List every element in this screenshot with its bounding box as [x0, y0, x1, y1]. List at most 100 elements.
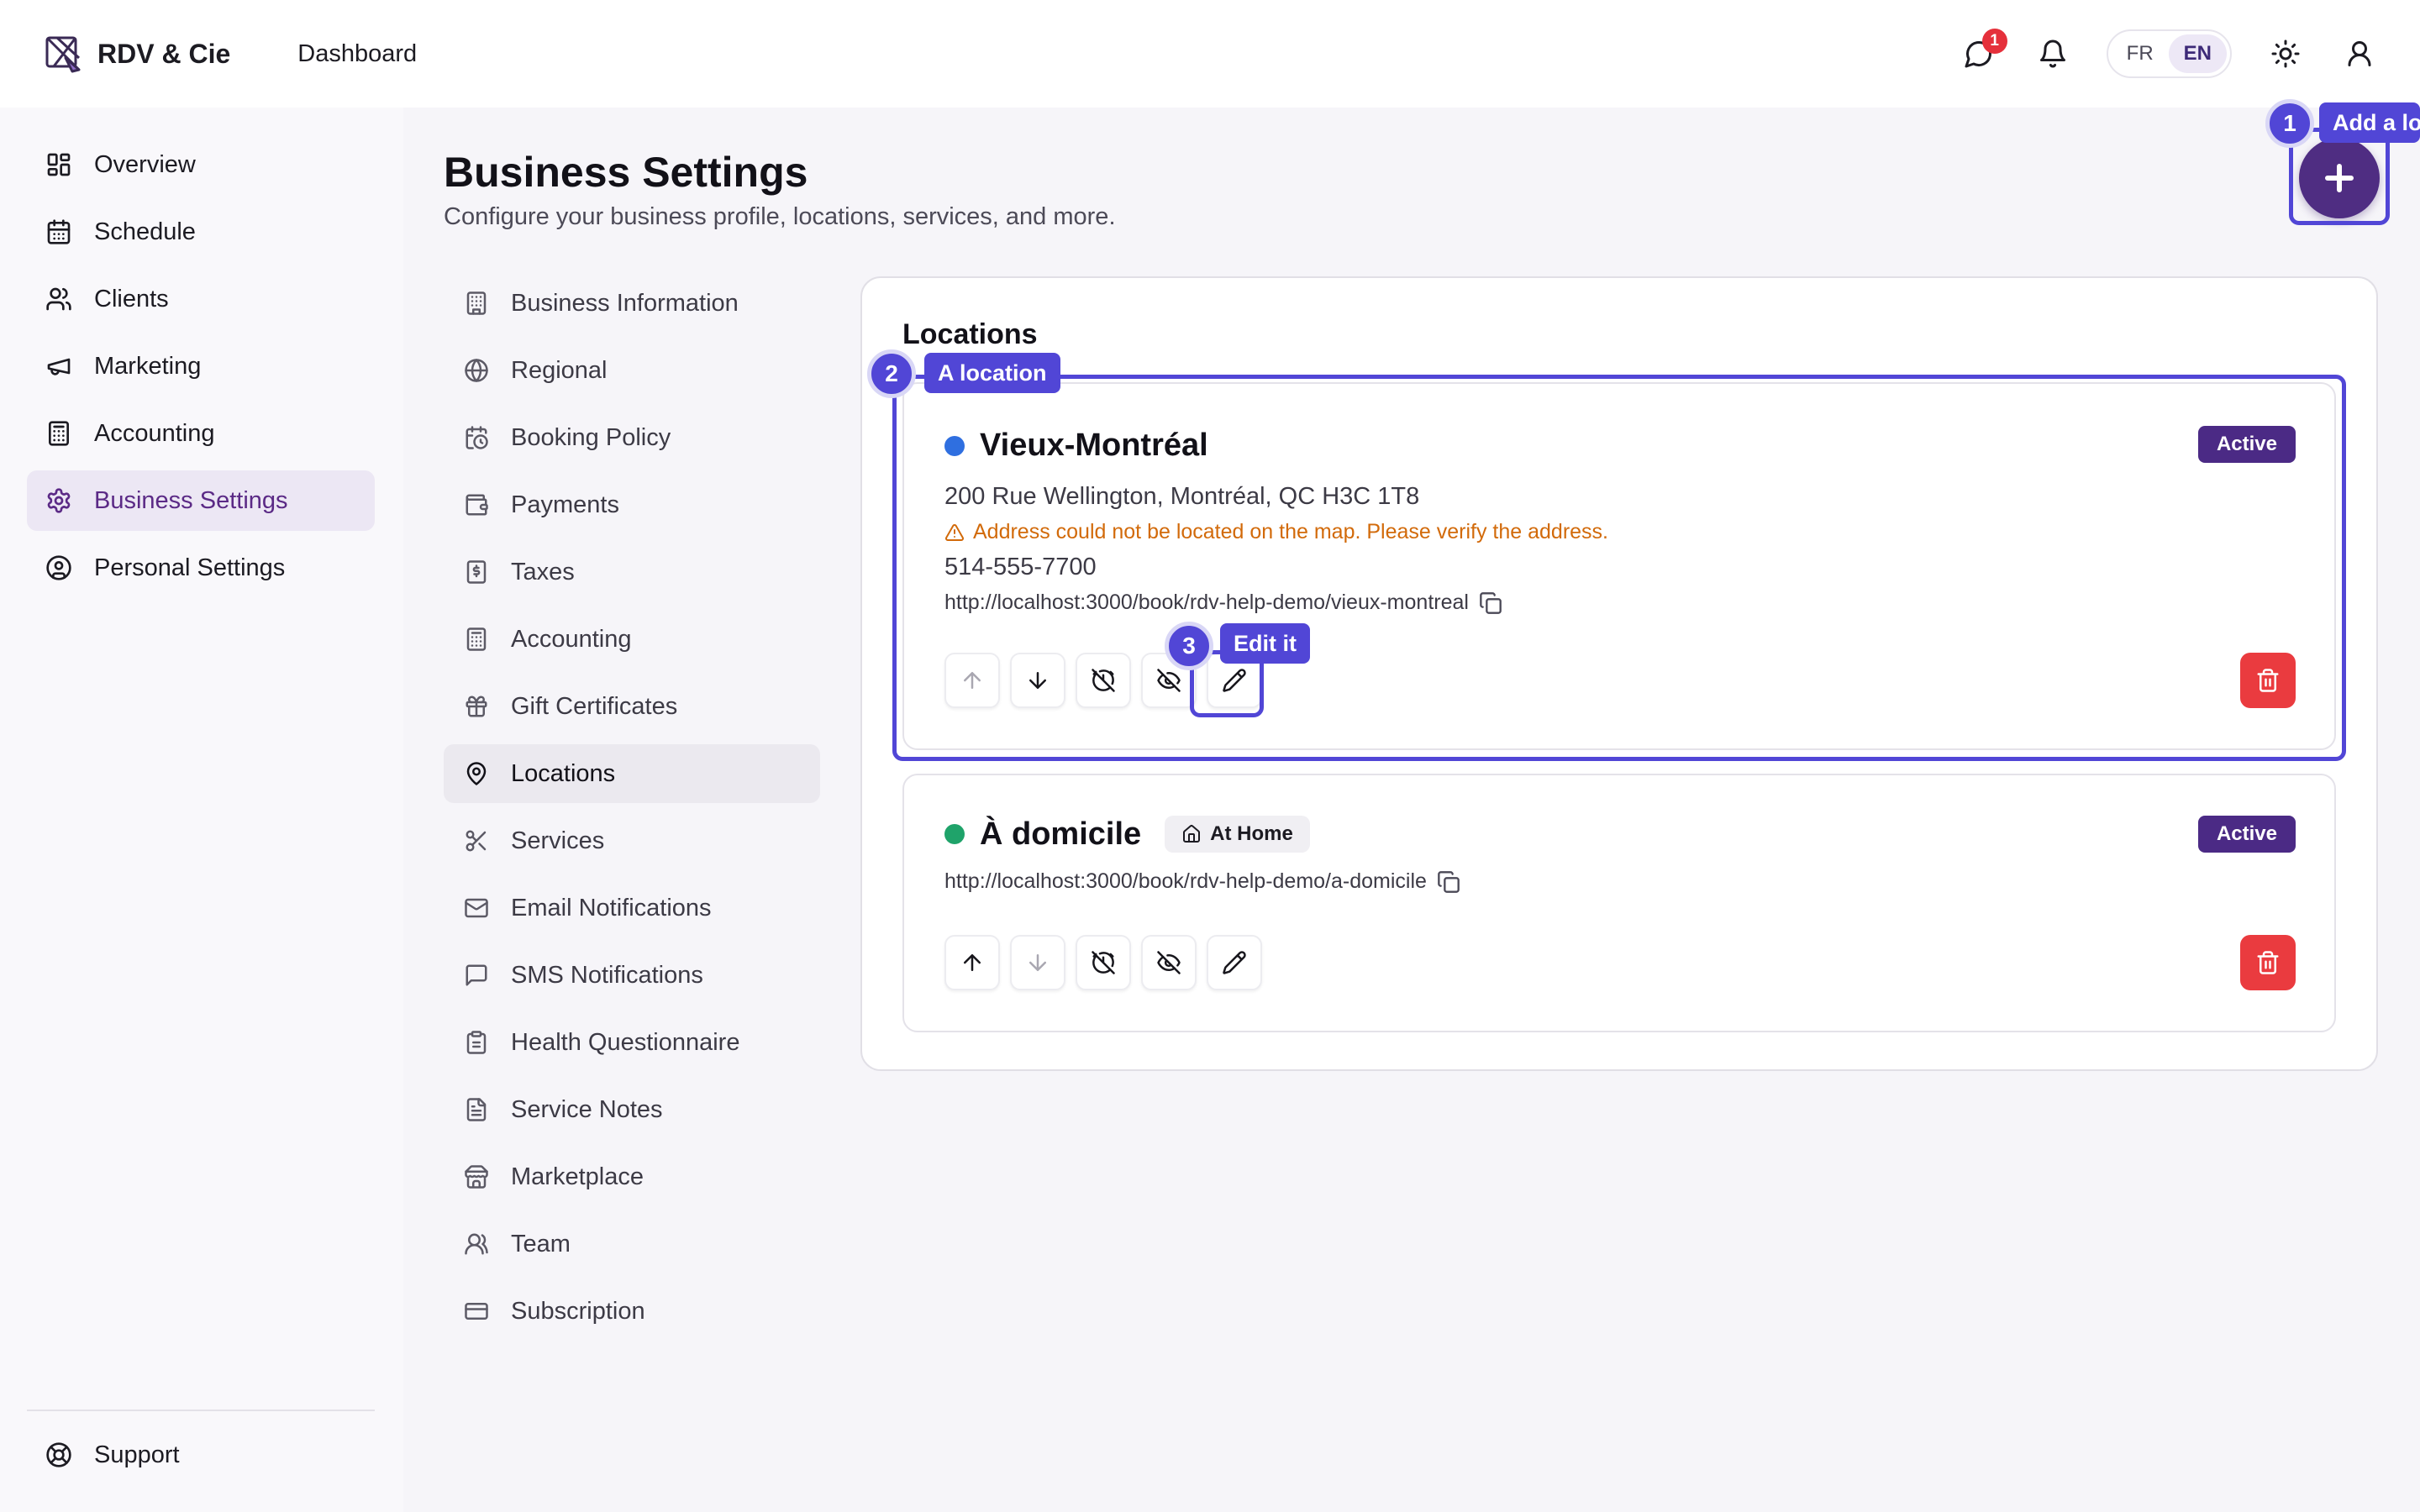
scissors-icon [464, 828, 489, 853]
sidebar-divider [27, 1410, 375, 1411]
settings-nav-label: Services [511, 827, 605, 854]
settings-nav-accounting[interactable]: Accounting [444, 610, 820, 669]
brand[interactable]: RDV & Cie [42, 33, 230, 75]
settings-nav-email-notifications[interactable]: Email Notifications [444, 879, 820, 937]
notifications-button[interactable] [2033, 34, 2073, 74]
location-color-dot [944, 435, 965, 456]
status-badge: Active [2197, 816, 2296, 853]
settings-nav-locations[interactable]: Locations [444, 744, 820, 803]
calendar-clock-icon [464, 425, 489, 450]
move-up-button[interactable] [944, 653, 1000, 708]
sidebar-item-personal-settings[interactable]: Personal Settings [27, 538, 375, 598]
lang-en-option[interactable]: EN [2168, 34, 2227, 73]
tour-step-number: 2 [867, 349, 916, 398]
settings-nav-gift-certificates[interactable]: Gift Certificates [444, 677, 820, 736]
pencil-icon [1222, 668, 1247, 693]
settings-nav-label: Team [511, 1230, 571, 1257]
location-actions [944, 653, 1262, 708]
settings-nav-service-notes[interactable]: Service Notes [444, 1080, 820, 1139]
booking-url: http://localhost:3000/book/rdv-help-demo… [944, 869, 1460, 894]
settings-nav-health-questionnaire[interactable]: Health Questionnaire [444, 1013, 820, 1072]
hide-location-button[interactable] [1141, 935, 1197, 990]
settings-nav-team[interactable]: Team [444, 1215, 820, 1273]
page-title: Business Settings [444, 149, 808, 196]
status-badge: Active [2197, 426, 2296, 463]
nav-dashboard-link[interactable]: Dashboard [297, 40, 417, 68]
settings-nav-label: Email Notifications [511, 894, 712, 921]
brand-name: RDV & Cie [97, 38, 231, 69]
copy-icon[interactable] [1479, 591, 1502, 615]
messages-button[interactable]: 1 [1959, 29, 2007, 74]
copy-icon[interactable] [1437, 870, 1460, 894]
settings-nav-label: Service Notes [511, 1095, 663, 1123]
lifebuoy-icon [45, 1441, 72, 1468]
language-toggle: FR EN [2106, 29, 2232, 78]
eye-off-icon [1156, 950, 1181, 975]
settings-nav-business-information[interactable]: Business Information [444, 274, 820, 333]
user-icon [2344, 39, 2375, 69]
sidebar-item-accounting[interactable]: Accounting [27, 403, 375, 464]
location-header: Vieux-Montréal [944, 428, 1208, 464]
sidebar-item-label: Marketing [94, 352, 202, 380]
move-down-button[interactable] [1010, 935, 1065, 990]
move-down-button[interactable] [1010, 653, 1065, 708]
tour-step-number: 1 [2265, 99, 2314, 148]
warning-text: Address could not be located on the map.… [973, 520, 1609, 543]
sidebar-item-label: Clients [94, 285, 169, 312]
add-location-button[interactable] [2299, 138, 2380, 218]
settings-nav-label: Business Information [511, 289, 739, 317]
sidebar-item-support[interactable]: Support [27, 1425, 375, 1485]
disable-online-booking-button[interactable] [1076, 935, 1131, 990]
location-actions [944, 935, 1262, 990]
settings-nav-subscription[interactable]: Subscription [444, 1282, 820, 1341]
address-warning: Address could not be located on the map.… [944, 520, 1608, 544]
sidebar-item-schedule[interactable]: Schedule [27, 202, 375, 262]
sidebar-item-clients[interactable]: Clients [27, 269, 375, 329]
settings-nav-marketplace[interactable]: Marketplace [444, 1147, 820, 1206]
at-home-chip: At Home [1165, 816, 1310, 853]
settings-nav-services[interactable]: Services [444, 811, 820, 870]
disable-online-booking-button[interactable] [1076, 653, 1131, 708]
location-header: À domicile At Home [944, 816, 1310, 853]
calculator-icon [464, 627, 489, 652]
sidebar-item-label: Schedule [94, 218, 196, 245]
settings-nav-taxes[interactable]: Taxes [444, 543, 820, 601]
messages-count-badge: 1 [1981, 29, 2007, 54]
edit-location-button[interactable] [1207, 935, 1262, 990]
theme-toggle-button[interactable] [2265, 34, 2306, 74]
settings-nav-sms-notifications[interactable]: SMS Notifications [444, 946, 820, 1005]
booking-url-text[interactable]: http://localhost:3000/book/rdv-help-demo… [944, 869, 1427, 894]
settings-nav-booking-policy[interactable]: Booking Policy [444, 408, 820, 467]
locations-panel: Locations Vieux-Montréal Active 200 Rue … [860, 276, 2378, 1071]
gear-icon [45, 487, 72, 514]
settings-nav-label: Accounting [511, 625, 632, 653]
gift-icon [464, 694, 489, 719]
delete-location-button[interactable] [2240, 653, 2296, 708]
clock-off-icon [1091, 668, 1116, 693]
delete-location-button[interactable] [2240, 935, 2296, 990]
sidebar-item-label: Personal Settings [94, 554, 286, 581]
account-button[interactable] [2339, 34, 2380, 74]
receipt-dollar-icon [464, 559, 489, 585]
sidebar-item-label: Business Settings [94, 486, 288, 514]
lang-fr-option[interactable]: FR [2112, 34, 2169, 73]
message-square-icon [464, 963, 489, 988]
wallet-icon [464, 492, 489, 517]
sidebar-item-label: Support [94, 1441, 180, 1468]
main-sidebar: Overview Schedule Clients Marketing Acco… [0, 108, 403, 1512]
location-name: Vieux-Montréal [980, 428, 1208, 463]
sidebar-item-overview[interactable]: Overview [27, 134, 375, 195]
move-up-button[interactable] [944, 935, 1000, 990]
location-color-dot [944, 824, 965, 844]
clock-off-icon [1091, 950, 1116, 975]
location-card: Vieux-Montréal Active 200 Rue Wellington… [902, 382, 2336, 750]
settings-nav-payments[interactable]: Payments [444, 475, 820, 534]
sidebar-item-marketing[interactable]: Marketing [27, 336, 375, 396]
sun-icon [2270, 39, 2301, 69]
plus-icon [2319, 158, 2360, 198]
sidebar-item-business-settings[interactable]: Business Settings [27, 470, 375, 531]
settings-nav-label: Regional [511, 356, 608, 384]
store-icon [464, 1164, 489, 1189]
settings-nav-regional[interactable]: Regional [444, 341, 820, 400]
booking-url-text[interactable]: http://localhost:3000/book/rdv-help-demo… [944, 591, 1469, 615]
